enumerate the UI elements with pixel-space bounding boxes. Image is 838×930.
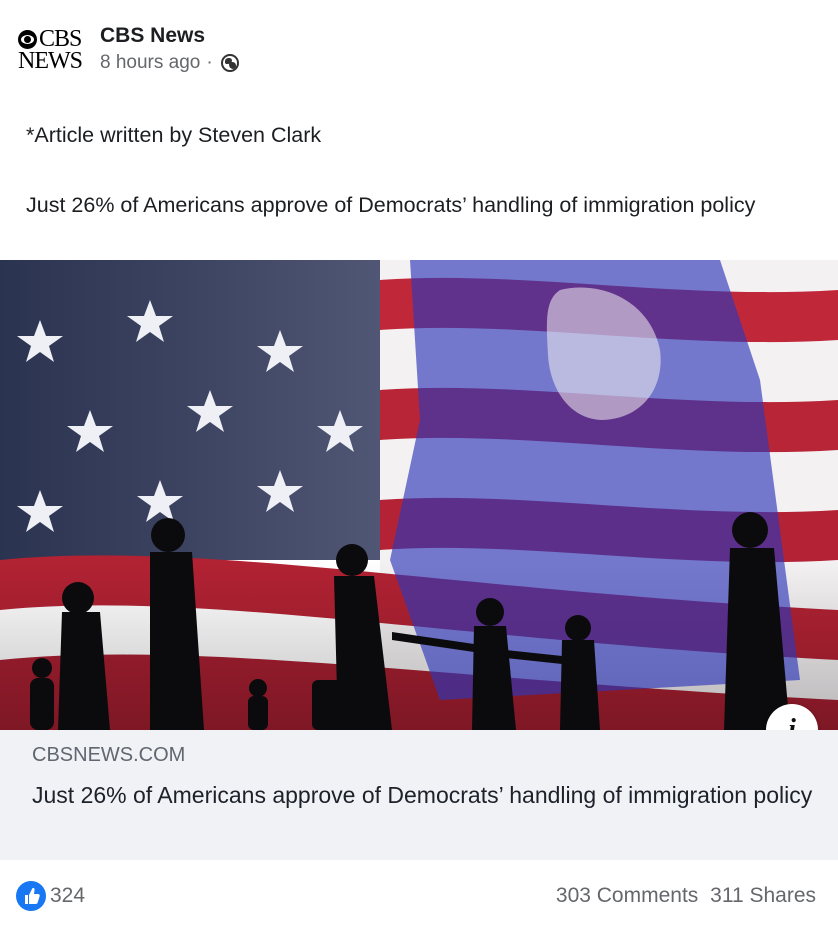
flag-immigrants-illustration	[0, 260, 838, 730]
post-timestamp[interactable]: 8 hours ago	[100, 52, 200, 74]
post-text-line: *Article written by Steven Clark	[26, 123, 322, 147]
thumbs-up-icon[interactable]	[16, 881, 46, 911]
cbs-eye-icon	[18, 29, 37, 49]
cbs-news-logo[interactable]: CBS NEWS	[18, 26, 84, 74]
logo-text-news: NEWS	[18, 48, 83, 74]
post-meta: 8 hours ago ·	[100, 52, 239, 74]
likes-count[interactable]: 324	[50, 884, 85, 908]
engagement-bar: 324 303 Comments 311 Shares	[0, 876, 838, 916]
meta-separator: ·	[206, 52, 213, 73]
link-title[interactable]: Just 26% of Americans approve of Democra…	[32, 780, 832, 811]
page-name-link[interactable]: CBS News	[100, 24, 205, 48]
link-preview-image[interactable]	[0, 260, 838, 730]
comments-count[interactable]: 303 Comments	[556, 884, 698, 907]
logo-text-cbs: CBS	[39, 26, 82, 52]
post-text-line: Just 26% of Americans approve of Democra…	[26, 193, 756, 217]
post-header: CBS NEWS CBS News 8 hours ago ·	[18, 22, 818, 78]
link-preview-card[interactable]: CBSNEWS.COM Just 26% of Americans approv…	[0, 730, 838, 860]
shares-count[interactable]: 311 Shares	[710, 884, 816, 907]
post-body: *Article written by Steven Clark Just 26…	[26, 118, 816, 222]
link-domain: CBSNEWS.COM	[32, 744, 186, 766]
comment-share-stats: 303 Comments 311 Shares	[556, 884, 816, 908]
globe-icon[interactable]	[220, 54, 239, 72]
